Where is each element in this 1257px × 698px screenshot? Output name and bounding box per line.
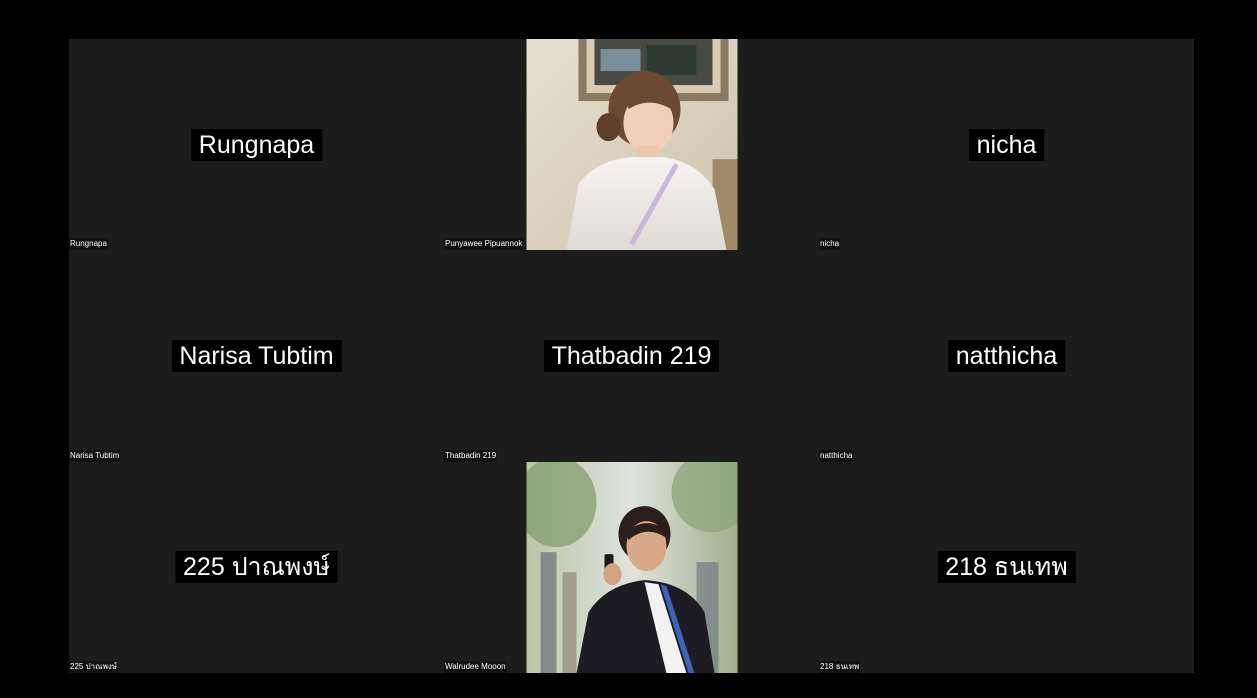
participant-name-label: Thatbadin 219: [444, 449, 498, 462]
participant-name-badge: Rungnapa: [190, 128, 323, 161]
participant-tile-225[interactable]: 225 ปาณพงษ์ 225 ปาณพงษ์: [69, 461, 444, 673]
participant-name-badge: 218 ธนเทพ: [937, 551, 1076, 584]
participant-name-label: nicha: [819, 238, 841, 251]
participant-name-badge: Narisa Tubtim: [171, 339, 342, 372]
participant-name-label: Punyawee Pipuannok: [444, 238, 524, 251]
participant-tile-rungnapa[interactable]: Rungnapa Rungnapa: [69, 39, 444, 251]
person-portrait-icon: [526, 461, 737, 673]
participant-tile-thatbadin[interactable]: Thatbadin 219 Thatbadin 219: [444, 250, 819, 462]
participant-tile-218[interactable]: 218 ธนเทพ 218 ธนเทพ: [819, 461, 1194, 673]
person-portrait-icon: [526, 39, 737, 251]
gallery-view-grid: Rungnapa Rungnapa Punyawee Pipuannok nic…: [69, 39, 1194, 673]
participant-video-feed: [526, 39, 737, 251]
participant-tile-walrudee[interactable]: Walrudee Mooon: [444, 461, 819, 673]
participant-name-badge: 225 ปาณพงษ์: [175, 551, 338, 584]
participant-name-label: 225 ปาณพงษ์: [69, 660, 119, 673]
participant-tile-nicha[interactable]: nicha nicha: [819, 39, 1194, 251]
participant-name-badge: nicha: [968, 128, 1045, 161]
participant-tile-narisa[interactable]: Narisa Tubtim Narisa Tubtim: [69, 250, 444, 462]
participant-name-label: natthicha: [819, 449, 854, 462]
participant-name-label: Rungnapa: [69, 238, 108, 251]
participant-name-badge: Thatbadin 219: [543, 339, 720, 372]
participant-name-label: 218 ธนเทพ: [819, 660, 861, 673]
participant-name-label: Walrudee Mooon: [444, 660, 507, 673]
participant-tile-natthicha[interactable]: natthicha natthicha: [819, 250, 1194, 462]
participant-name-label: Narisa Tubtim: [69, 449, 121, 462]
meeting-window: Rungnapa Rungnapa Punyawee Pipuannok nic…: [0, 0, 1257, 698]
participant-tile-punyawee[interactable]: Punyawee Pipuannok: [444, 39, 819, 251]
participant-video-feed: [526, 461, 737, 673]
participant-name-badge: natthicha: [947, 339, 1066, 372]
